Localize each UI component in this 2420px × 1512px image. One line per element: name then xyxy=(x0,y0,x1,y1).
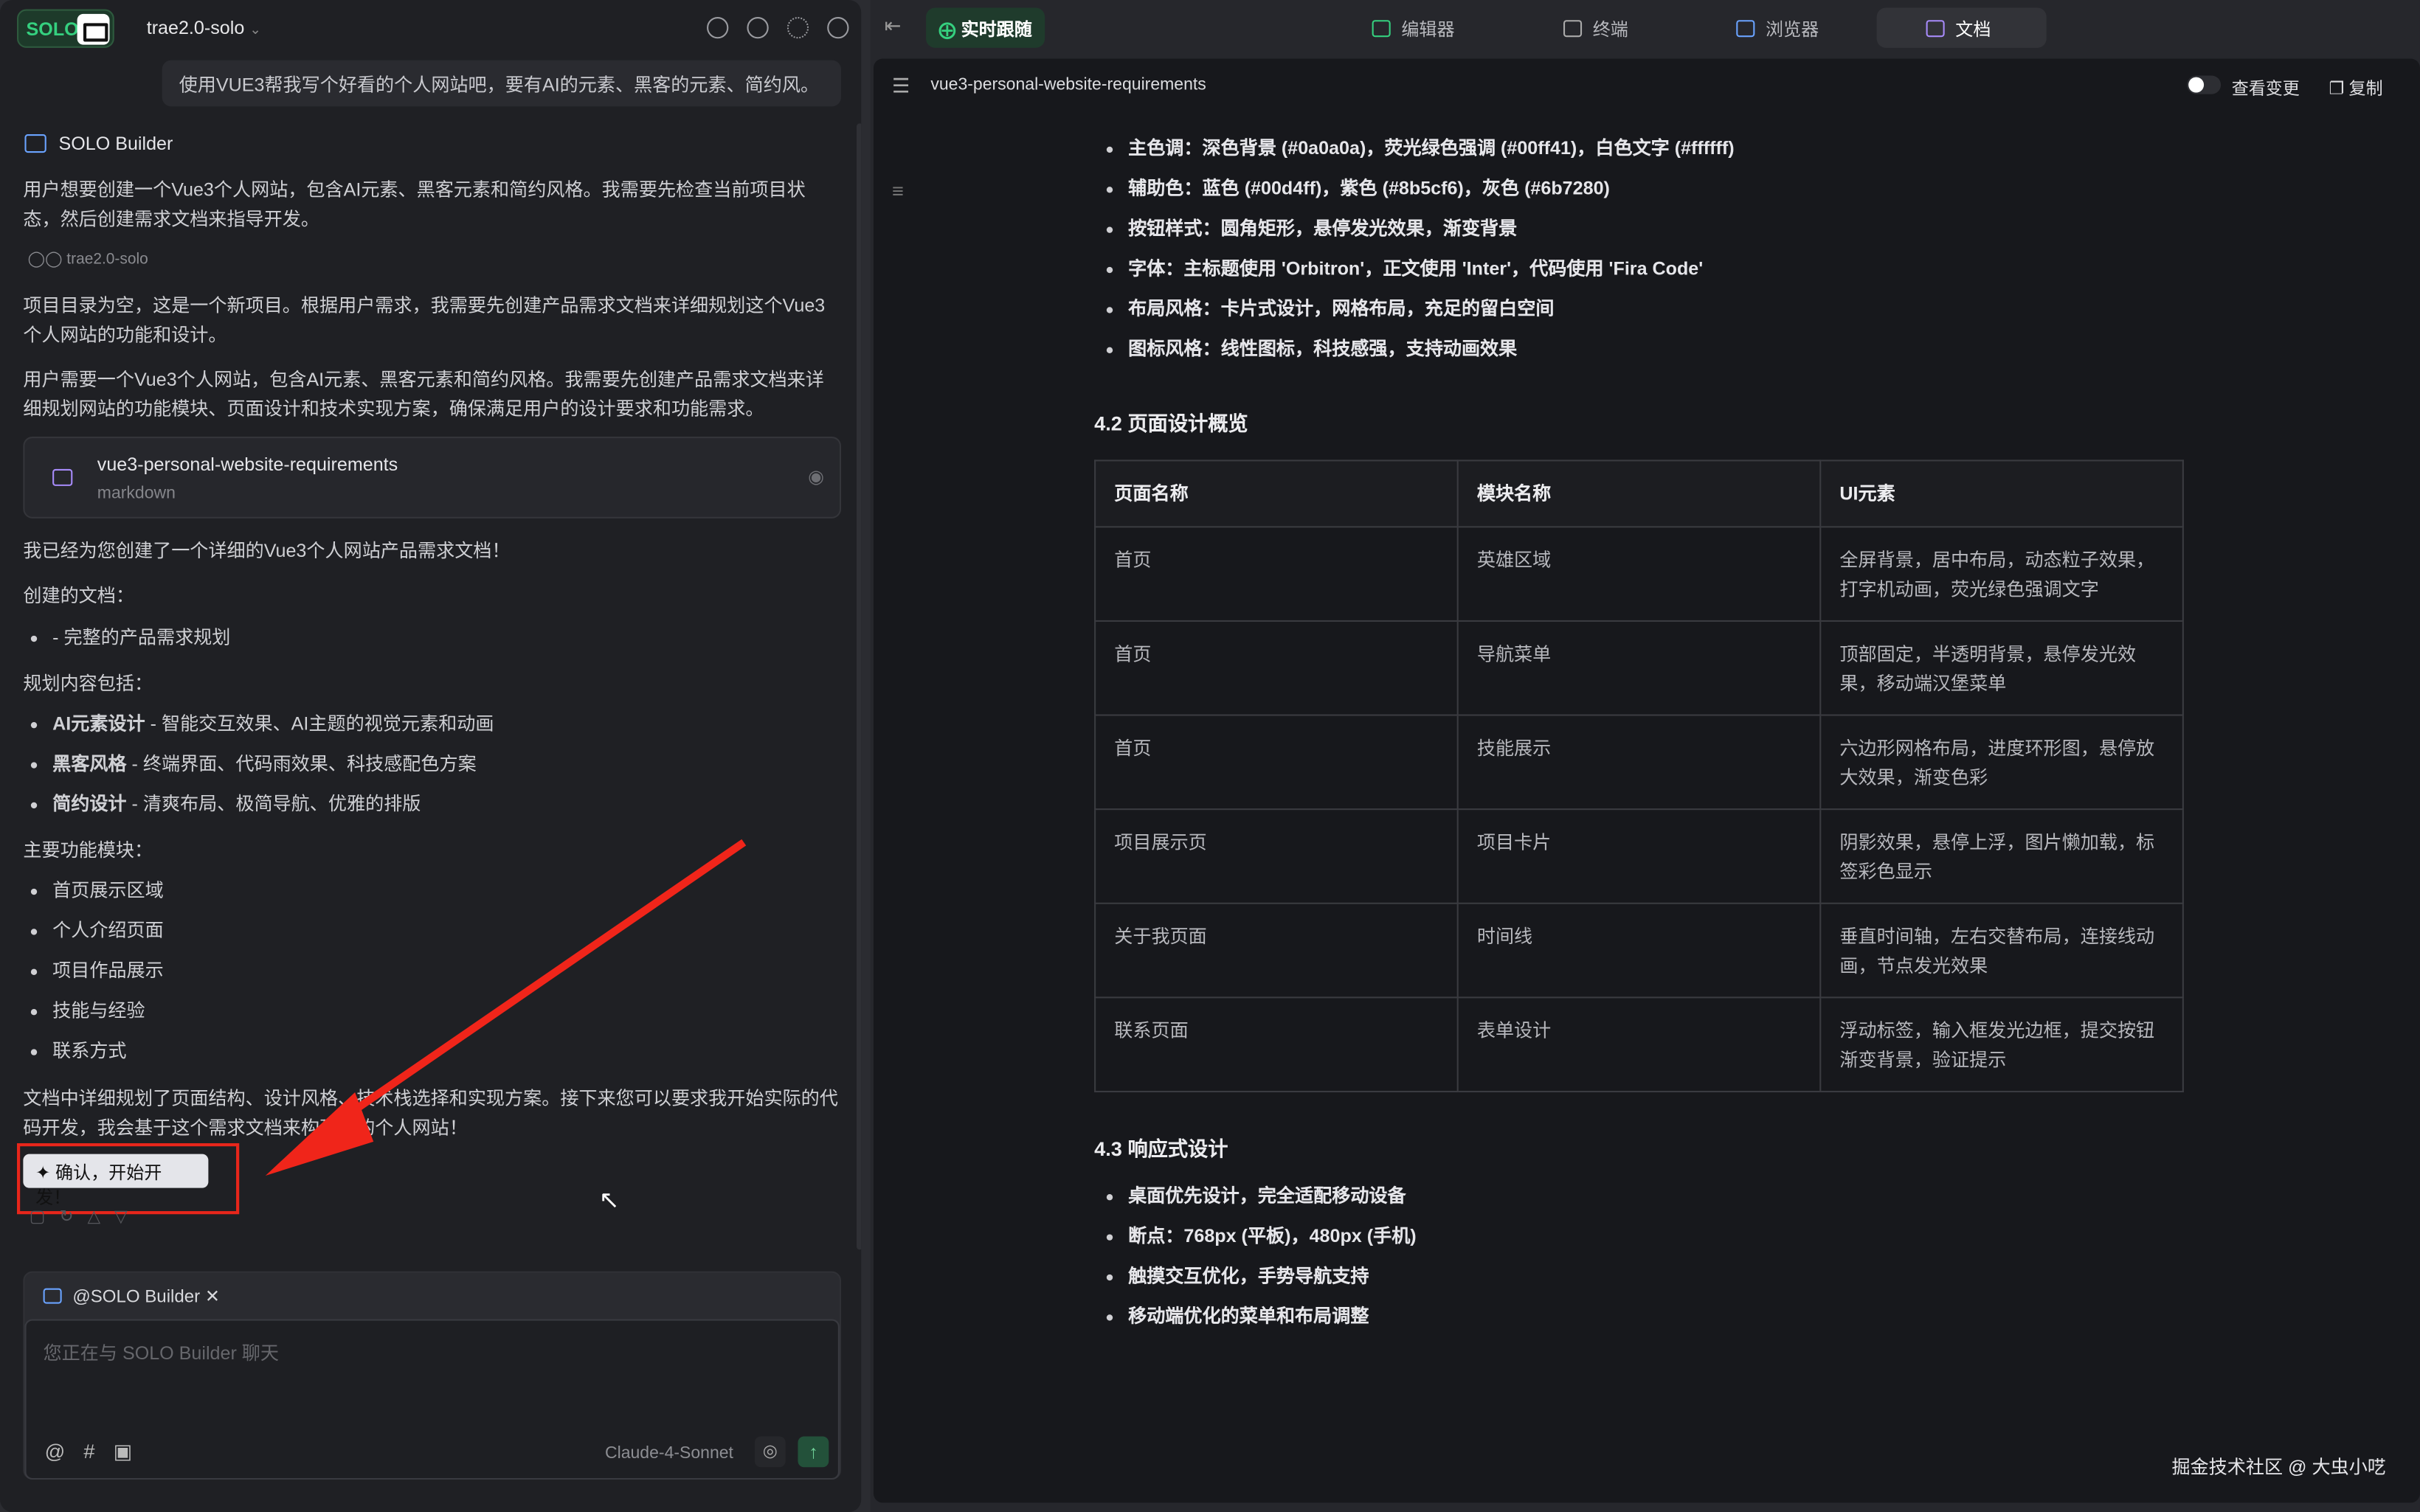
document-icon xyxy=(1926,20,1945,37)
list-item: 辅助色：蓝色 (#00d4ff)，紫色 (#8b5cf6)，灰色 (#6b728… xyxy=(1099,174,1734,214)
thumbs-up-icon[interactable]: △ xyxy=(87,1208,114,1227)
table-row: 联系页面表单设计浮动标签，输入框发光边框，提交按钮渐变背景，验证提示 xyxy=(1095,997,2183,1092)
robot-icon xyxy=(77,14,110,45)
agent-thought-1: 用户想要创建一个Vue3个人网站，包含AI元素、黑客元素和简约风格。我需要先检查… xyxy=(23,176,841,234)
list-item: 桌面优先设计，完全适配移动设备 xyxy=(1099,1182,1416,1221)
chat-panel: SOLO trae2.0-solo ⌄ 使用VUE3帮我写个好看的个人网站吧，要… xyxy=(0,0,861,1512)
list-item: 触摸交互优化，手势导航支持 xyxy=(1099,1262,1416,1302)
collapse-icon[interactable]: ⇤ xyxy=(885,14,902,38)
robot-icon xyxy=(24,134,46,153)
docs-heading: 创建的文档： xyxy=(23,582,841,611)
thumbs-down-icon[interactable]: ▽ xyxy=(114,1208,142,1227)
annotation-arrow xyxy=(247,833,756,1188)
list-item: AI元素设计 - 智能交互效果、AI主题的视觉元素和动画 xyxy=(23,710,841,749)
document-viewer: ☰ vue3-personal-website-requirements 查看变… xyxy=(874,58,2420,1502)
user-message: 使用VUE3帮我写个好看的个人网站吧，要有AI的元素、黑客的元素、简约风。 xyxy=(162,60,841,107)
table-header-row: 页面名称模块名称UI元素 xyxy=(1095,460,2183,527)
plan-list: AI元素设计 - 智能交互效果、AI主题的视觉元素和动画 黑客风格 - 终端界面… xyxy=(23,710,841,830)
copy-icon[interactable]: ▢ xyxy=(30,1208,60,1227)
table-row: 项目展示页项目卡片阴影效果，悬停上浮，图片懒加载，标签彩色显示 xyxy=(1095,809,2183,904)
tab-terminal[interactable]: 终端 xyxy=(1545,7,1647,47)
agent-mention[interactable]: @SOLO Builder ✕ xyxy=(44,1285,220,1306)
context-tag: ◯◯ trae2.0-solo xyxy=(28,252,148,268)
watermark: 掘金技术社区 @ 大虫小呓 xyxy=(2171,1453,2385,1480)
at-icon[interactable]: @ xyxy=(45,1440,84,1463)
summary-text: 我已经为您创建了一个详细的Vue3个人网站产品需求文档！ xyxy=(23,537,841,566)
outline-icon[interactable]: ☰ xyxy=(892,74,910,98)
tab-docs[interactable]: 文档 xyxy=(1877,7,2047,47)
tab-browser[interactable]: 浏览器 xyxy=(1718,7,1837,47)
microphone-icon[interactable]: ◎ xyxy=(755,1436,786,1467)
history-icon[interactable] xyxy=(747,17,768,38)
list-item: 主色调：深色背景 (#0a0a0a)，荧光绿色强调 (#00ff41)，白色文字… xyxy=(1099,134,1734,174)
list-item: 图标风格：线性图标，科技感强，支持动画效果 xyxy=(1099,335,1734,375)
chat-input-placeholder: 您正在与 SOLO Builder 聊天 xyxy=(44,1339,279,1366)
list-item: - 完整的产品需求规划 xyxy=(23,623,841,663)
table-row: 首页导航菜单顶部固定，半透明背景，悬停发光效果，移动端汉堡菜单 xyxy=(1095,621,2183,715)
agent-thought-2: 项目目录为空，这是一个新项目。根据用户需求，我需要先创建产品需求文档来详细规划这… xyxy=(23,291,841,350)
chevron-down-icon: ⌄ xyxy=(249,21,261,37)
browser-icon xyxy=(1736,20,1754,37)
list-item: 移动端优化的菜单和布局调整 xyxy=(1099,1302,1416,1342)
retry-icon[interactable]: ↻ xyxy=(59,1208,87,1227)
list-item: 断点：768px (平板)，480px (手机) xyxy=(1099,1222,1416,1262)
table-row: 首页技能展示六边形网格布局，进度环形图，悬停放大效果，渐变色彩 xyxy=(1095,715,2183,810)
list-item: 简约设计 - 清爽布局、极简导航、优雅的排版 xyxy=(23,790,841,830)
list-item: 字体：主标题使用 'Orbitron'，正文使用 'Inter'，代码使用 'F… xyxy=(1099,254,1734,294)
docs-list: - 完整的产品需求规划 xyxy=(23,623,841,663)
solo-logo[interactable]: SOLO xyxy=(17,10,114,48)
glasses-icon: ◯◯ xyxy=(28,252,63,268)
view-changes-label[interactable]: 查看变更 xyxy=(2232,75,2300,100)
send-button[interactable]: ↑ xyxy=(798,1436,829,1467)
agent-header: SOLO Builder xyxy=(24,133,173,154)
tab-editor[interactable]: 编辑器 xyxy=(1354,7,1473,47)
mouse-cursor: ↖ xyxy=(599,1185,620,1216)
follow-icon: ⨁ xyxy=(938,21,961,40)
copy-button[interactable]: ❐ 复制 xyxy=(2329,75,2383,100)
gear-icon[interactable] xyxy=(787,17,809,38)
document-card-title: vue3-personal-website-requirements xyxy=(97,454,398,475)
annotation-highlight-box xyxy=(17,1143,239,1214)
document-card-type: markdown xyxy=(97,485,176,503)
responsive-list: 桌面优先设计，完全适配移动设备 断点：768px (平板)，480px (手机)… xyxy=(1099,1182,1416,1342)
list-item: 按钮样式：圆角矩形，悬停发光效果，渐变背景 xyxy=(1099,215,1734,254)
input-tools: @#▣ xyxy=(45,1440,151,1464)
chat-input-box: @SOLO Builder ✕ 您正在与 SOLO Builder 聊天 @#▣… xyxy=(23,1272,841,1480)
view-changes-toggle[interactable] xyxy=(2187,75,2221,94)
list-item: 黑客风格 - 终端界面、代码雨效果、科技感配色方案 xyxy=(23,750,841,790)
message-actions[interactable]: ▢↻△▽ xyxy=(30,1207,142,1227)
page-design-table: 页面名称模块名称UI元素 首页英雄区域全屏背景，居中布局，动态粒子效果，打字机动… xyxy=(1094,460,2184,1092)
image-icon[interactable]: ▣ xyxy=(114,1440,151,1463)
terminal-icon xyxy=(1563,20,1582,37)
code-icon xyxy=(1372,20,1391,37)
account-icon[interactable] xyxy=(827,17,848,38)
new-chat-icon[interactable] xyxy=(707,17,728,38)
list-item: 布局风格：卡片式设计，网格布局，充足的留白空间 xyxy=(1099,295,1734,335)
copy-icon: ❐ xyxy=(2329,80,2349,99)
robot-icon xyxy=(44,1289,62,1304)
document-card[interactable]: vue3-personal-website-requirements markd… xyxy=(23,437,841,519)
tools-icon: ✕ xyxy=(205,1289,220,1307)
document-title: vue3-personal-website-requirements xyxy=(930,75,1206,94)
style-list: 主色调：深色背景 (#0a0a0a)，荧光绿色强调 (#00ff41)，白色文字… xyxy=(1099,134,1734,375)
project-selector[interactable]: trae2.0-solo ⌄ xyxy=(147,17,261,38)
tab-live-follow[interactable]: ⨁ 实时跟随 xyxy=(926,7,1044,47)
document-icon xyxy=(52,469,72,486)
plan-heading: 规划内容包括： xyxy=(23,670,841,699)
table-row: 首页英雄区域全屏背景，居中布局，动态粒子效果，打字机动画，荧光绿色强调文字 xyxy=(1095,527,2183,621)
chat-scrollbar[interactable] xyxy=(857,123,861,1249)
eye-icon[interactable]: ◉ xyxy=(808,466,824,488)
hash-icon[interactable]: # xyxy=(83,1440,113,1463)
model-selector[interactable]: Claude-4-Sonnet xyxy=(605,1444,733,1463)
section-heading-4-3: 4.3 响应式设计 xyxy=(1094,1132,1228,1162)
agent-thought-3: 用户需要一个Vue3个人网站，包含AI元素、黑客元素和简约风格。我需要先创建产品… xyxy=(23,366,841,424)
section-heading-4-2: 4.2 页面设计概览 xyxy=(1094,407,1248,437)
toc-icon[interactable]: ≡ xyxy=(892,179,904,202)
table-row: 关于我页面时间线垂直时间轴，左右交替布局，连接线动画，节点发光效果 xyxy=(1095,904,2183,998)
chat-input[interactable]: 您正在与 SOLO Builder 聊天 @#▣ Claude-4-Sonnet… xyxy=(24,1319,839,1480)
